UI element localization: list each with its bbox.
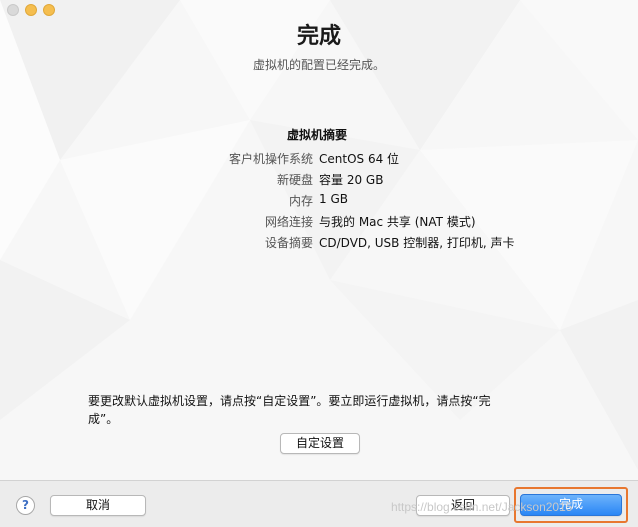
instruction-text: 要更改默认虚拟机设置，请点按“自定设置”。要立即运行虚拟机，请点按“完成”。 bbox=[88, 394, 491, 426]
summary-value: CentOS 64 位 bbox=[319, 152, 400, 166]
vm-assistant-window: 完成 虚拟机的配置已经完成。 虚拟机摘要 客户机操作系统 CentOS 64 位… bbox=[0, 0, 638, 527]
summary-row-network: 网络连接 与我的 Mac 共享 (NAT 模式) bbox=[0, 213, 638, 233]
summary-label: 内存 bbox=[288, 194, 313, 208]
summary-label: 客户机操作系统 bbox=[228, 152, 313, 166]
minimize-window-button[interactable] bbox=[25, 4, 37, 16]
help-button[interactable]: ? bbox=[16, 496, 35, 515]
summary-row-disk: 新硬盘 容量 20 GB bbox=[0, 171, 638, 191]
summary-row-devices: 设备摘要 CD/DVD, USB 控制器, 打印机, 声卡 bbox=[0, 234, 638, 254]
page-title: 完成 bbox=[296, 24, 341, 49]
zoom-window-button[interactable] bbox=[43, 4, 55, 16]
summary-label: 设备摘要 bbox=[264, 236, 313, 250]
summary-value: 1 GB bbox=[319, 192, 348, 206]
summary-value: CD/DVD, USB 控制器, 打印机, 声卡 bbox=[319, 236, 515, 250]
footer-bar: ? 取消 返回 完成 https://blog.csdn.net/Jackson… bbox=[0, 480, 638, 527]
window-controls bbox=[7, 4, 55, 16]
close-window-button[interactable] bbox=[7, 4, 19, 16]
summary-title: 虚拟机摘要 bbox=[287, 128, 348, 142]
cancel-button[interactable]: 取消 bbox=[50, 495, 146, 516]
summary-value: 容量 20 GB bbox=[319, 173, 384, 187]
page-subtitle: 虚拟机的配置已经完成。 bbox=[252, 58, 385, 72]
customize-settings-button[interactable]: 自定设置 bbox=[280, 433, 360, 454]
summary-label: 网络连接 bbox=[264, 215, 313, 229]
watermark-text: https://blog.csdn.net/Jackson2015 bbox=[391, 500, 573, 514]
summary-row-os: 客户机操作系统 CentOS 64 位 bbox=[0, 150, 638, 170]
summary-value: 与我的 Mac 共享 (NAT 模式) bbox=[319, 215, 476, 229]
summary-row-memory: 内存 1 GB bbox=[0, 192, 638, 212]
summary-label: 新硬盘 bbox=[276, 173, 313, 187]
